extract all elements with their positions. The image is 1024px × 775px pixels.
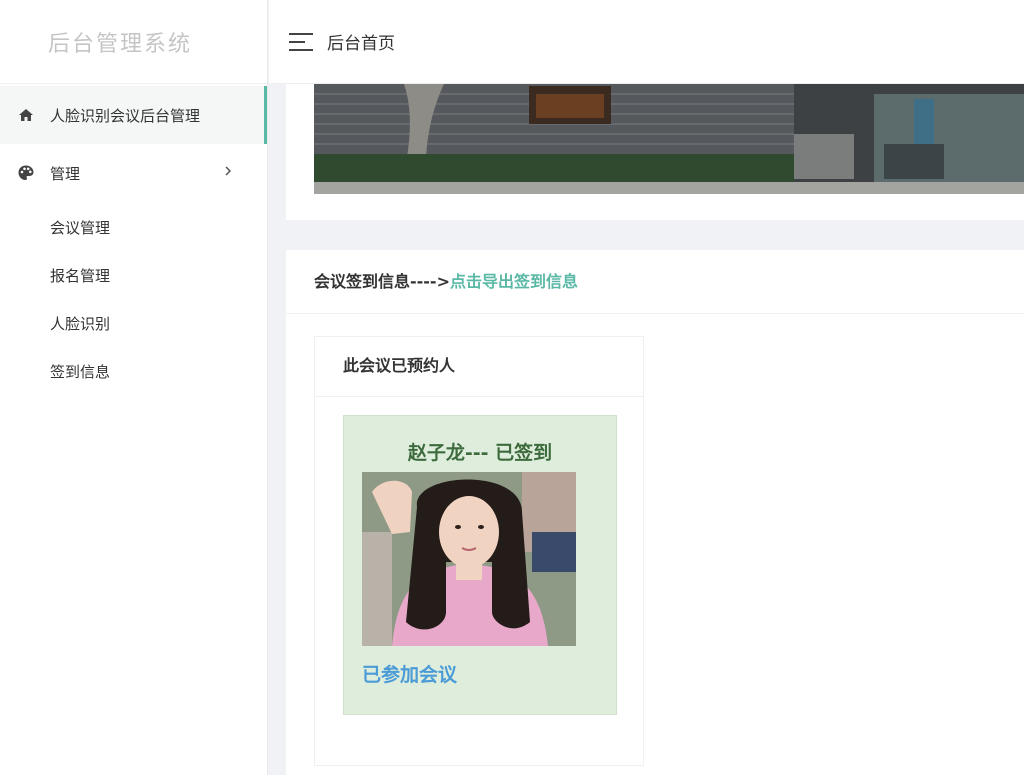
chevron-right-icon (223, 164, 233, 182)
app-logo: 后台管理系统 (0, 0, 267, 84)
sidebar-subitem-meeting-manage[interactable]: 会议管理 (0, 204, 267, 252)
sidebar-item-face-meeting-admin[interactable]: 人脸识别会议后台管理 (0, 86, 267, 144)
attendee-panel: 此会议已预约人 赵子龙--- 已签到 已参加会议 (314, 336, 644, 766)
sidebar-subitem-face-recognition[interactable]: 人脸识别 (0, 300, 267, 348)
signin-info-card: 会议签到信息---->点击导出签到信息 此会议已预约人 赵子龙--- 已签到 已… (286, 250, 1024, 775)
banner-image (314, 84, 1024, 194)
sidebar-item-manage[interactable]: 管理 (0, 144, 267, 202)
attendee-photo (362, 472, 576, 646)
export-signin-link[interactable]: 点击导出签到信息 (450, 272, 578, 291)
attendee-panel-title: 此会议已预约人 (315, 337, 643, 397)
signin-info-title: 会议签到信息----> (314, 272, 450, 291)
hamburger-icon[interactable] (289, 32, 313, 51)
banner-card (286, 84, 1024, 220)
home-icon (14, 103, 38, 127)
signin-info-header: 会议签到信息---->点击导出签到信息 (286, 250, 1024, 314)
sidebar: 后台管理系统 人脸识别会议后台管理 管理 会议管理 报名管理 人脸识别 签到信息 (0, 0, 268, 775)
sidebar-subitem-registration-manage[interactable]: 报名管理 (0, 252, 267, 300)
palette-icon (14, 161, 38, 185)
sidebar-item-label: 人脸识别会议后台管理 (50, 106, 201, 125)
attendee-card: 赵子龙--- 已签到 已参加会议 (343, 415, 617, 715)
attendee-joined-status: 已参加会议 (362, 664, 458, 686)
attendee-name-status: 赵子龙--- 已签到 (407, 442, 553, 464)
sidebar-item-label: 管理 (50, 164, 81, 183)
page-title: 后台首页 (327, 34, 395, 54)
sidebar-subitem-signin-info[interactable]: 签到信息 (0, 348, 267, 396)
topbar: 后台首页 (269, 0, 1024, 84)
